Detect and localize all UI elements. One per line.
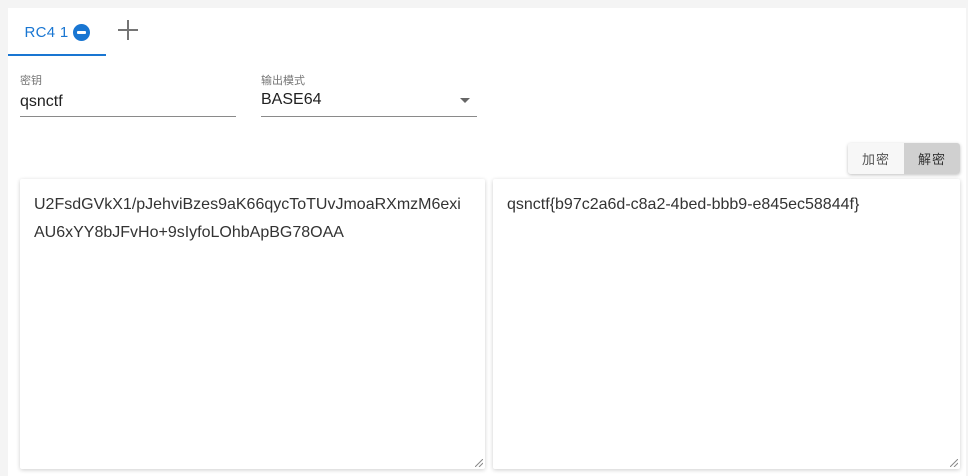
output-mode-field: 输出模式 BASE64 [261,72,477,118]
decrypt-button[interactable]: 解密 [904,143,960,174]
output-mode-label: 输出模式 [261,75,305,87]
add-tab-icon[interactable] [116,18,140,42]
tab-rc4-1[interactable]: RC4 1 [8,8,106,56]
encrypt-button[interactable]: 加密 [848,143,904,174]
chevron-down-icon[interactable] [460,98,470,103]
output-textarea[interactable]: qsnctf{b97c2a6d-c8a2-4bed-bbb9-e845ec588… [493,179,960,469]
output-mode-select[interactable]: BASE64 [261,88,477,117]
tab-active-indicator [8,54,106,56]
key-field: 密钥 [20,72,236,118]
remove-tab-icon[interactable] [72,23,90,41]
input-card: U2FsdGVkX1/pJehviBzes9aK66qycToTUvJmoaRX… [20,179,485,469]
resize-handle-icon[interactable] [950,459,958,467]
app-container: RC4 1 密钥 输出模式 BASE64 加密 解密 U2FsdGVkX1/pJ… [8,8,966,476]
mode-toggle-group: 加密 解密 [848,143,960,174]
tab-label: RC4 1 [24,23,69,41]
resize-handle-icon[interactable] [475,459,483,467]
tab-bar: RC4 1 [8,8,966,56]
output-card: qsnctf{b97c2a6d-c8a2-4bed-bbb9-e845ec588… [493,179,960,469]
key-field-label: 密钥 [20,75,42,87]
input-textarea[interactable]: U2FsdGVkX1/pJehviBzes9aK66qycToTUvJmoaRX… [20,179,485,469]
key-input[interactable] [20,88,236,117]
